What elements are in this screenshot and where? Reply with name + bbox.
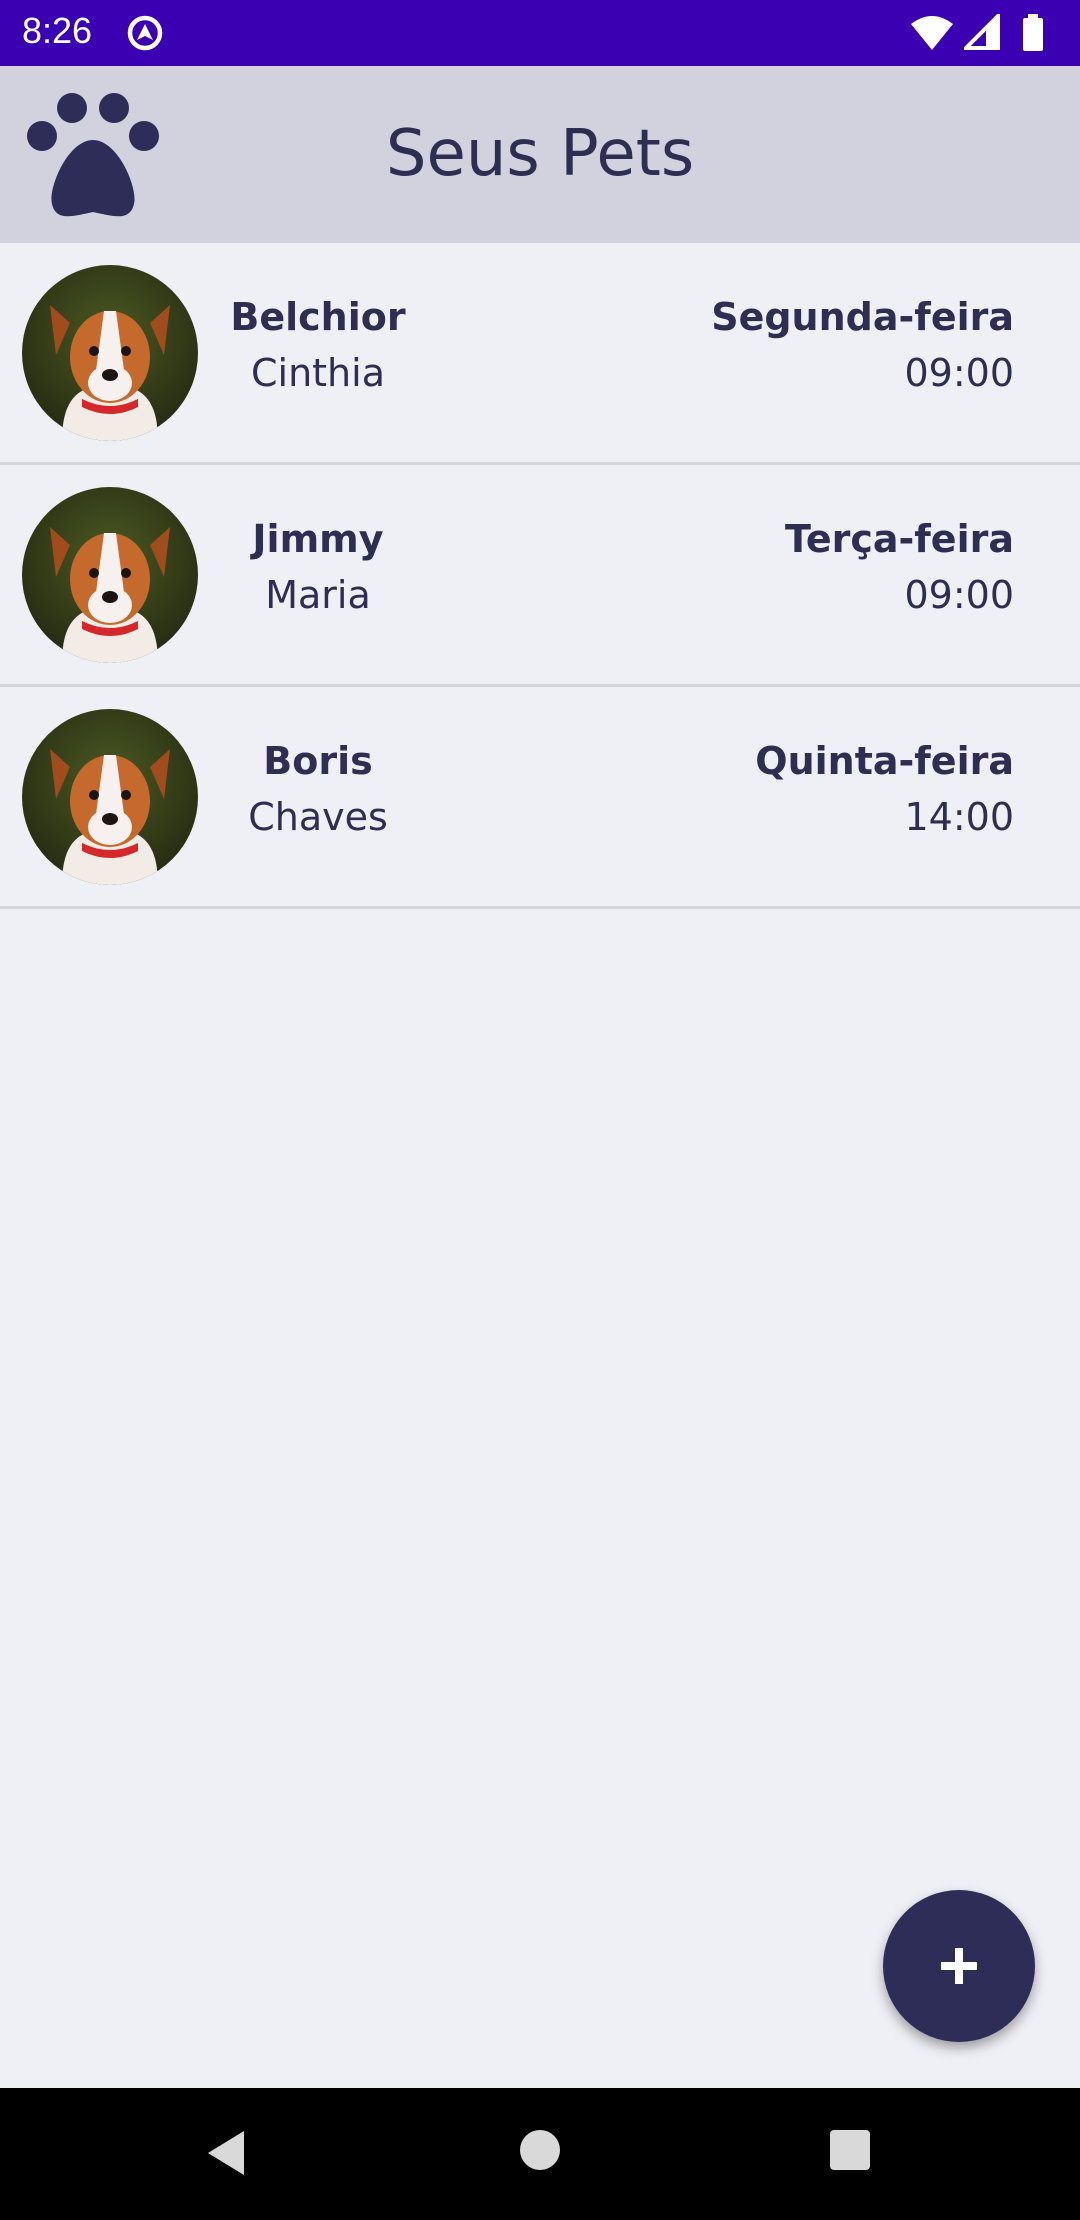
list-item[interactable]: Belchior Cinthia Segunda-feira 09:00 [0, 243, 1080, 465]
pet-name: Boris [263, 739, 373, 783]
schedule-time: 14:00 [904, 795, 1014, 839]
pet-info: Belchior Cinthia [220, 291, 416, 403]
pet-schedule: Segunda-feira 09:00 [711, 291, 1014, 403]
navigation-bar [0, 2088, 1080, 2220]
back-icon[interactable] [204, 2128, 248, 2178]
avatar [22, 709, 198, 885]
status-icons [910, 14, 1060, 54]
schedule-time: 09:00 [904, 351, 1014, 395]
owner-name: Chaves [248, 795, 388, 839]
wifi-icon [911, 16, 953, 50]
pet-info: Jimmy Maria [220, 513, 416, 625]
avatar [22, 487, 198, 663]
pet-name: Jimmy [252, 517, 384, 561]
paw-icon [27, 93, 159, 217]
pet-schedule: Quinta-feira 14:00 [755, 735, 1014, 847]
owner-name: Maria [265, 573, 371, 617]
pet-schedule: Terça-feira 09:00 [785, 513, 1014, 625]
dog-photo-icon [22, 487, 198, 663]
dog-photo-icon [22, 265, 198, 441]
app-notification-icon [127, 15, 163, 51]
list-item[interactable]: Boris Chaves Quinta-feira 14:00 [0, 687, 1080, 909]
plus-icon [941, 1948, 977, 1984]
status-time: 8:26 [22, 10, 93, 51]
app-bar: Seus Pets [0, 66, 1080, 243]
home-icon[interactable] [518, 2128, 562, 2172]
pet-info: Boris Chaves [220, 735, 416, 847]
avatar [22, 265, 198, 441]
list-item[interactable]: Jimmy Maria Terça-feira 09:00 [0, 465, 1080, 687]
schedule-day: Segunda-feira [711, 295, 1014, 339]
status-bar: 8:26 [0, 0, 1080, 66]
pet-name: Belchior [230, 295, 406, 339]
dog-photo-icon [22, 709, 198, 885]
battery-icon [1023, 14, 1043, 51]
add-pet-button[interactable] [883, 1890, 1035, 2042]
schedule-day: Quinta-feira [755, 739, 1014, 783]
schedule-time: 09:00 [904, 573, 1014, 617]
recents-icon[interactable] [828, 2128, 872, 2172]
schedule-day: Terça-feira [784, 517, 1014, 561]
owner-name: Cinthia [250, 351, 385, 395]
page-title: Seus Pets [385, 117, 695, 191]
cell-signal-icon [964, 14, 1000, 50]
pet-list: Belchior Cinthia Segunda-feira 09:00 Jim… [0, 243, 1080, 909]
